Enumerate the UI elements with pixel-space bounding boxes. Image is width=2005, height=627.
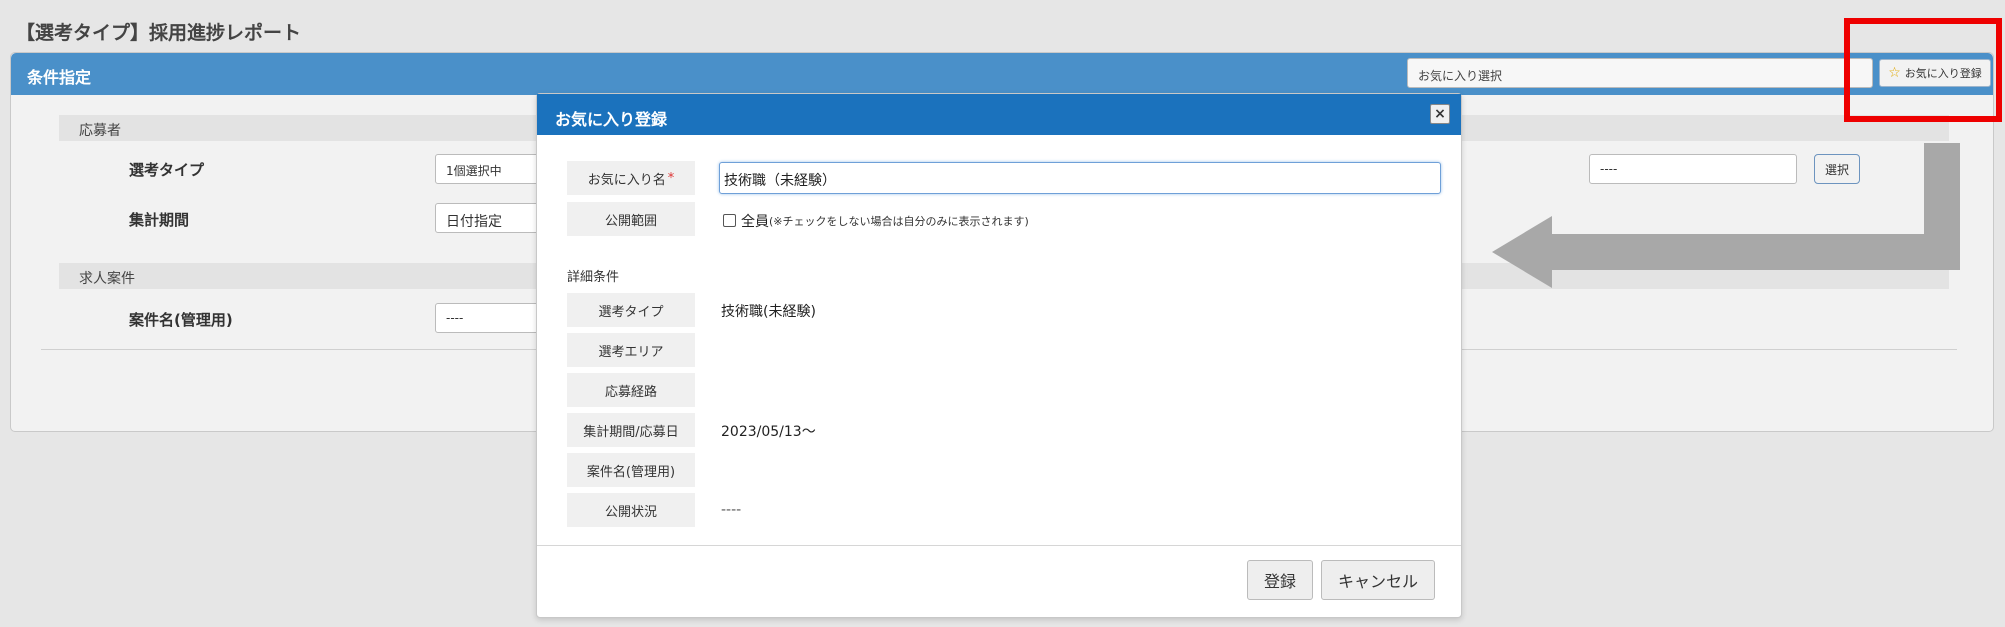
favorite-select[interactable]: お気に入り選択	[1407, 58, 1873, 88]
panel-header: 条件指定 お気に入り選択 ☆ お気に入り登録	[11, 53, 1993, 95]
detail-label: 公開状況	[567, 493, 695, 527]
scope-all-checkbox[interactable]	[723, 214, 736, 227]
detail-label: 選考タイプ	[567, 293, 695, 327]
close-icon[interactable]: ×	[1430, 104, 1450, 124]
highlight-box	[1844, 18, 2002, 122]
register-button[interactable]: 登録	[1247, 560, 1313, 600]
favorite-name-input[interactable]: 技術職（未経験）	[719, 162, 1441, 194]
selection-type-label: 選考タイプ	[129, 161, 205, 179]
detail-value: ----	[721, 502, 742, 518]
detail-label: 応募経路	[567, 373, 695, 407]
scope-all-label[interactable]: 全員	[741, 211, 769, 231]
cancel-button[interactable]: キャンセル	[1321, 560, 1435, 600]
annotation-arrow-icon	[1492, 143, 1960, 288]
job-name-label: 案件名(管理用)	[129, 311, 233, 329]
detail-label: 集計期間/応募日	[567, 413, 695, 447]
modal-header: お気に入り登録 ×	[537, 94, 1461, 135]
scope-label: 公開範囲	[567, 202, 695, 236]
name-label: お気に入り名 *	[567, 161, 695, 195]
modal-divider	[537, 545, 1461, 546]
required-mark: *	[667, 170, 675, 186]
period-label: 集計期間	[129, 211, 190, 229]
details-heading: 詳細条件	[567, 270, 620, 285]
detail-label: 案件名(管理用)	[567, 453, 695, 487]
detail-value: 2023/05/13〜	[721, 424, 816, 440]
panel-title: 条件指定	[27, 68, 92, 87]
page-title: 【選考タイプ】採用進捗レポート	[16, 22, 302, 44]
scope-note: (※チェックをしない場合は自分のみに表示されます)	[769, 215, 1029, 228]
name-label-text: お気に入り名	[587, 172, 666, 188]
modal-title: お気に入り登録	[555, 110, 668, 129]
section-applicant-label: 応募者	[79, 123, 121, 139]
detail-label: 選考エリア	[567, 333, 695, 367]
section-job-label: 求人案件	[79, 271, 135, 287]
detail-value: 技術職(未経験)	[721, 304, 816, 320]
favorite-register-modal: お気に入り登録 × お気に入り名 * 技術職（未経験） 公開範囲 全員 (※チェッ…	[536, 93, 1462, 618]
